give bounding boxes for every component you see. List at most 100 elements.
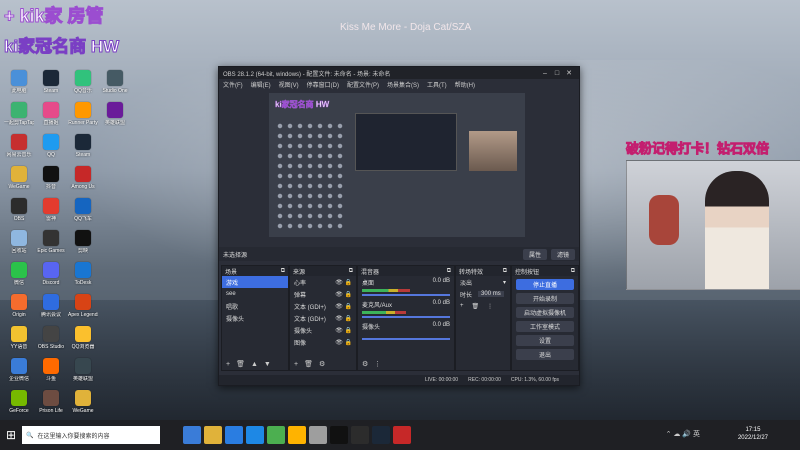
source-item[interactable]: 图像 👁 🔒 [290,336,356,348]
undock-icon[interactable]: ⧉ [349,268,353,275]
taskbar-app-icon[interactable] [246,426,264,444]
desktop-icon[interactable]: QQ飞车 [68,198,98,222]
desktop-icon[interactable]: 回收站 [4,230,34,254]
taskbar-app-icon[interactable] [183,426,201,444]
desktop-icon[interactable]: 英雄联盟 [100,102,130,126]
control-button[interactable]: 退出 [516,349,574,360]
obs-menu-item[interactable]: 帮助(H) [455,80,475,89]
add-source-icon[interactable]: + [294,361,298,368]
scene-item[interactable]: 摄像头 [222,312,288,324]
add-scene-icon[interactable]: + [226,361,230,368]
taskbar-clock[interactable]: 17:15 2022/12/27 [738,426,768,442]
volume-slider[interactable] [362,294,450,296]
remove-transition-icon[interactable]: 🗑 [472,303,480,310]
desktop-icon[interactable]: 此电脑 [4,70,34,94]
obs-menu-item[interactable]: 文件(F) [223,80,243,89]
desktop-icon[interactable]: 直播姬 [36,102,66,126]
obs-menu-item[interactable]: 工具(T) [427,80,447,89]
taskbar-app-icon[interactable] [225,426,243,444]
visibility-lock-icon[interactable]: 👁 🔒 [335,291,352,298]
taskbar-app-icon[interactable] [393,426,411,444]
desktop-icon[interactable]: Origin [4,294,34,318]
source-item[interactable]: 文本 (GDI+) 👁 🔒 [290,312,356,324]
desktop-icon[interactable]: 斗鱼 [36,358,66,382]
windows-start-icon[interactable]: ⊞ [0,428,22,442]
desktop-icon[interactable]: OBS [4,198,34,222]
volume-slider[interactable] [362,316,450,318]
undock-icon[interactable]: ⧉ [447,268,451,275]
remove-scene-icon[interactable]: 🗑 [236,360,245,368]
add-transition-icon[interactable]: + [460,303,464,309]
control-button[interactable]: 工作室模式 [516,321,574,332]
desktop-icon[interactable]: 一起剪TapTap [4,102,34,126]
obs-menu-item[interactable]: 配置文件(P) [347,80,379,89]
desktop-icon[interactable]: 微信 [4,262,34,286]
obs-menu-item[interactable]: 编辑(E) [251,80,271,89]
taskbar-app-icon[interactable] [204,426,222,444]
taskbar-app-icon[interactable] [351,426,369,444]
source-item[interactable]: 心率 👁 🔒 [290,276,356,288]
desktop-icon[interactable]: Apex Legends [68,294,98,318]
move-up-icon[interactable]: ▲ [251,361,258,368]
taskbar-app-icon[interactable] [288,426,306,444]
source-settings-icon[interactable]: ⚙ [319,360,325,368]
desktop-icon[interactable]: Discord [36,262,66,286]
control-button[interactable]: 停止直播 [516,279,574,290]
undock-icon[interactable]: ⧉ [281,268,285,275]
source-item[interactable]: 摄像头 👁 🔒 [290,324,356,336]
volume-slider[interactable] [362,338,450,340]
transition-select[interactable]: 淡出 ▾ [456,276,510,288]
duration-field[interactable]: 300 ms [478,291,504,297]
desktop-icon[interactable]: Steam [36,70,66,94]
desktop-icon[interactable]: 英雄联盟 [68,358,98,382]
minimize-icon[interactable]: – [539,70,551,77]
mixer-menu-icon[interactable]: ⋮ [374,360,381,368]
visibility-lock-icon[interactable]: 👁 🔒 [335,279,352,286]
desktop-icon[interactable]: 雷神 [36,198,66,222]
desktop-icon[interactable]: 网易云音乐 [4,134,34,158]
desktop-icon[interactable]: 抖音 [36,166,66,190]
filters-button[interactable]: 滤镜 [550,248,575,260]
transition-menu-icon[interactable]: ⋮ [487,303,493,310]
desktop-icon[interactable]: Steam [68,134,98,158]
desktop-icon[interactable]: GeForce [4,390,34,414]
obs-menu-item[interactable]: 视图(V) [279,80,299,89]
obs-preview-canvas[interactable]: ki家冠名商 HW [269,93,525,237]
desktop-icon[interactable]: Studio One [100,70,130,94]
move-down-icon[interactable]: ▼ [264,361,271,368]
desktop-icon[interactable]: 企业微信 [4,358,34,382]
control-button[interactable]: 开始录制 [516,293,574,304]
desktop-icon[interactable]: Epic Games [36,230,66,254]
desktop-icon[interactable]: Prison Life [36,390,66,414]
taskbar-app-icon[interactable] [330,426,348,444]
desktop-icon[interactable]: WeGame [68,390,98,414]
obs-titlebar[interactable]: OBS 28.1.2 (64-bit, windows) - 配置文件: 未命名… [219,67,579,79]
control-button[interactable]: 启动虚拟摄像机 [516,307,574,318]
visibility-lock-icon[interactable]: 👁 🔒 [335,315,352,322]
desktop-icon[interactable]: 腾讯会议 [36,294,66,318]
visibility-lock-icon[interactable]: 👁 🔒 [335,339,352,346]
source-item[interactable]: 弹幕 👁 🔒 [290,288,356,300]
desktop-icon[interactable]: 剪映 [68,230,98,254]
desktop-icon[interactable]: QQ浏览器 [68,326,98,350]
obs-menu-item[interactable]: 场景集合(S) [387,80,419,89]
scene-item[interactable]: 唱歌 [222,300,288,312]
remove-source-icon[interactable]: 🗑 [304,360,313,368]
system-tray[interactable]: ⌃ ☁ 🔊 英 [666,429,700,439]
taskbar-search-input[interactable]: 🔍 在这里输入你要搜索的内容 [22,426,160,444]
maximize-icon[interactable]: □ [551,70,563,77]
taskbar-app-icon[interactable] [372,426,390,444]
control-button[interactable]: 设置 [516,335,574,346]
visibility-lock-icon[interactable]: 👁 🔒 [335,327,352,334]
advanced-audio-icon[interactable]: ⚙ [362,360,368,368]
transition-duration[interactable]: 时长 300 ms [456,288,510,300]
desktop-icon[interactable]: QQ [36,134,66,158]
undock-icon[interactable]: ⧉ [571,268,575,275]
desktop-icon[interactable]: WeGame [4,166,34,190]
desktop-icon[interactable]: YY语音 [4,326,34,350]
desktop-icon[interactable]: Runner Party [68,102,98,126]
desktop-icon[interactable]: OBS Studio [36,326,66,350]
properties-button[interactable]: 属性 [522,248,547,260]
obs-window[interactable]: OBS 28.1.2 (64-bit, windows) - 配置文件: 未命名… [218,66,580,386]
taskbar-app-icon[interactable] [267,426,285,444]
